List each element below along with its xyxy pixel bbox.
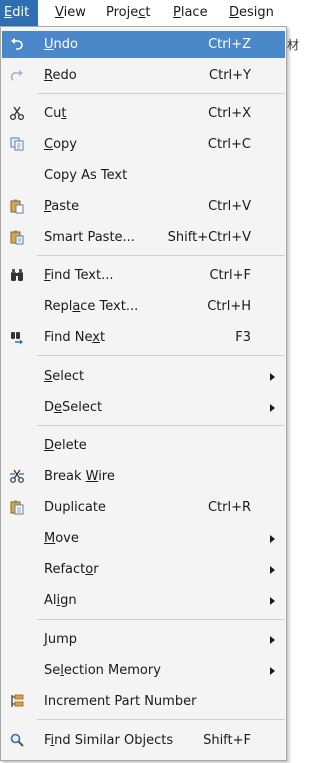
menu-item-selection-memory[interactable]: Selection Memory bbox=[2, 657, 285, 684]
menubar-design[interactable]: Design bbox=[229, 0, 274, 26]
menu-item-label: DeSelect bbox=[44, 400, 103, 415]
menu-item-shortcut: Ctrl+R bbox=[207, 500, 251, 515]
menu-separator bbox=[37, 619, 285, 620]
menubar-project[interactable]: Project bbox=[106, 0, 151, 26]
menu-item-find-next[interactable]: Find Next F3 bbox=[2, 324, 285, 351]
menu-item-shortcut: Ctrl+C bbox=[207, 137, 251, 152]
menu-item-label: Find Text... bbox=[44, 268, 114, 283]
menu-item-copy-as-text[interactable]: Copy As Text bbox=[2, 162, 285, 189]
menubar-place[interactable]: Place bbox=[173, 0, 208, 26]
menu-item-shortcut: Ctrl+V bbox=[208, 199, 251, 214]
redo-icon bbox=[9, 67, 25, 83]
menu-item-label: Selection Memory bbox=[44, 663, 161, 678]
menu-item-shortcut: Shift+Ctrl+V bbox=[167, 230, 251, 245]
submenu-arrow-icon bbox=[270, 636, 275, 644]
menu-item-shortcut: Ctrl+X bbox=[208, 106, 251, 121]
menu-item-shortcut: Shift+F bbox=[203, 733, 251, 748]
increment-icon bbox=[9, 693, 25, 709]
submenu-arrow-icon bbox=[270, 667, 275, 675]
menu-item-move[interactable]: Move bbox=[2, 525, 285, 552]
menu-item-find-text[interactable]: Find Text... Ctrl+F bbox=[2, 262, 285, 289]
menu-item-cut[interactable]: Cut Ctrl+X bbox=[2, 100, 285, 127]
menu-item-increment-part-number[interactable]: Increment Part Number bbox=[2, 688, 285, 715]
magnifier-icon bbox=[9, 732, 25, 748]
menu-item-label: Copy bbox=[44, 137, 77, 152]
menu-item-delete[interactable]: Delete bbox=[2, 432, 285, 459]
smart-paste-icon bbox=[9, 229, 25, 245]
menu-separator bbox=[37, 425, 285, 426]
menu-item-label: Cut bbox=[44, 106, 67, 121]
paste-icon bbox=[9, 198, 25, 214]
menu-item-redo[interactable]: Redo Ctrl+Y bbox=[2, 62, 285, 89]
menu-item-label: Align bbox=[44, 593, 77, 608]
menu-item-label: Undo bbox=[44, 37, 78, 52]
menu-item-shortcut: Ctrl+F bbox=[209, 268, 251, 283]
copy-icon bbox=[9, 136, 25, 152]
menu-item-label: Smart Paste... bbox=[44, 230, 135, 245]
menu-item-label: Copy As Text bbox=[44, 168, 128, 183]
menu-item-find-similar-objects[interactable]: Find Similar Objects Shift+F bbox=[2, 727, 285, 754]
menu-item-label: Refactor bbox=[44, 562, 99, 577]
menu-item-paste[interactable]: Paste Ctrl+V bbox=[2, 193, 285, 220]
background-window-text: 材 bbox=[287, 38, 300, 52]
menu-item-refactor[interactable]: Refactor bbox=[2, 556, 285, 583]
menu-item-label: Redo bbox=[44, 68, 77, 83]
menu-item-select[interactable]: Select bbox=[2, 363, 285, 390]
menu-item-shortcut: F3 bbox=[235, 330, 251, 345]
menu-item-label: Replace Text... bbox=[44, 299, 139, 314]
menu-separator bbox=[37, 355, 285, 356]
menu-item-label: Move bbox=[44, 531, 79, 546]
menu-item-label: Delete bbox=[44, 438, 87, 453]
submenu-arrow-icon bbox=[270, 404, 275, 412]
menu-separator bbox=[37, 719, 285, 720]
menu-bar: Edit View Project Place Design bbox=[0, 0, 296, 26]
menu-item-label: Increment Part Number bbox=[44, 694, 197, 709]
find-next-icon bbox=[9, 329, 25, 345]
submenu-arrow-icon bbox=[270, 566, 275, 574]
menu-item-label: Paste bbox=[44, 199, 80, 214]
menu-item-align[interactable]: Align bbox=[2, 587, 285, 614]
submenu-arrow-icon bbox=[270, 535, 275, 543]
menu-item-replace-text[interactable]: Replace Text... Ctrl+H bbox=[2, 293, 285, 320]
edit-menu-dropdown: Undo Ctrl+Z Redo Ctrl+Y Cut Ctrl+X Copy … bbox=[0, 26, 287, 761]
duplicate-icon bbox=[9, 499, 25, 515]
menu-item-deselect[interactable]: DeSelect bbox=[2, 394, 285, 421]
menu-item-label: Jump bbox=[44, 632, 77, 647]
menu-item-jump[interactable]: Jump bbox=[2, 626, 285, 653]
menu-item-label: Break Wire bbox=[44, 469, 115, 484]
menu-separator bbox=[37, 255, 285, 256]
menu-item-break-wire[interactable]: Break Wire bbox=[2, 463, 285, 490]
menubar-edit[interactable]: Edit bbox=[0, 0, 38, 26]
undo-icon bbox=[9, 36, 25, 52]
submenu-arrow-icon bbox=[270, 597, 275, 605]
menu-item-duplicate[interactable]: Duplicate Ctrl+R bbox=[2, 494, 285, 521]
menu-item-smart-paste[interactable]: Smart Paste... Shift+Ctrl+V bbox=[2, 224, 285, 251]
menu-item-shortcut: Ctrl+Y bbox=[209, 68, 251, 83]
binoculars-icon bbox=[9, 267, 25, 283]
menu-item-shortcut: Ctrl+Z bbox=[208, 37, 251, 52]
menu-separator bbox=[37, 93, 285, 94]
menu-item-copy[interactable]: Copy Ctrl+C bbox=[2, 131, 285, 158]
menu-item-shortcut: Ctrl+H bbox=[207, 299, 251, 314]
scissors-icon bbox=[9, 105, 25, 121]
menubar-view[interactable]: View bbox=[55, 0, 86, 26]
submenu-arrow-icon bbox=[270, 373, 275, 381]
menu-item-label: Find Similar Objects bbox=[44, 733, 174, 748]
break-wire-icon bbox=[9, 468, 25, 484]
menu-item-label: Duplicate bbox=[44, 500, 106, 515]
menu-item-label: Find Next bbox=[44, 330, 106, 345]
menu-item-label: Select bbox=[44, 369, 85, 384]
menu-item-undo[interactable]: Undo Ctrl+Z bbox=[2, 31, 285, 58]
